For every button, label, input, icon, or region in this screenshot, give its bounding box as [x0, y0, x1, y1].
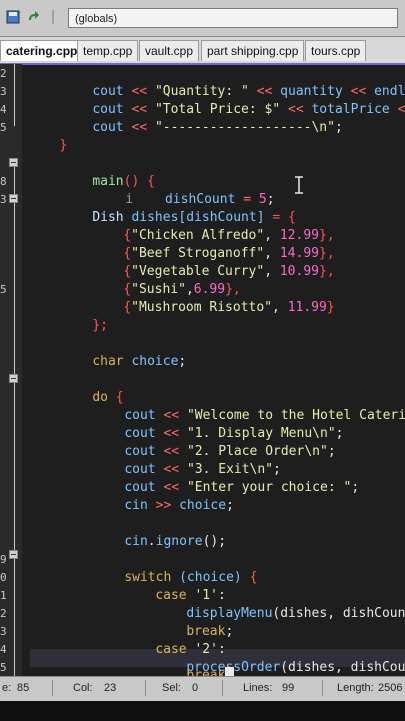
code-line: case '1':	[155, 588, 226, 603]
tab-tours[interactable]: tours.cpp	[305, 40, 367, 61]
line-number: 3	[0, 85, 7, 98]
code-line: cout << "2. Place Order\n";	[124, 444, 336, 459]
scope-combo[interactable]: (globals)	[68, 8, 398, 28]
code-line: break	[155, 649, 235, 676]
status-col-label: Col:	[73, 682, 93, 694]
status-sel-label: Sel:	[162, 682, 181, 694]
line-number: 3	[0, 625, 7, 638]
toolbar-separator-icon	[50, 9, 56, 24]
status-line-label: e:	[2, 682, 12, 694]
redo-icon[interactable]	[26, 9, 40, 23]
code-line: i dishCount = 5;	[125, 192, 275, 207]
status-bar: e: 85 Col: 23 Sel: 0 Lines: 99 Length: 2…	[0, 676, 405, 721]
status-length-value: 2506	[378, 682, 403, 694]
line-number: 5	[0, 661, 7, 674]
save-icon[interactable]	[6, 9, 20, 24]
code-line: case '2':	[155, 642, 226, 657]
tab-vault[interactable]: vault.cpp	[139, 40, 200, 61]
code-line: cout << "1. Display Menu\n";	[124, 426, 344, 441]
code-line: cout << "Enter your choice: ";	[124, 480, 360, 495]
tab-catering[interactable]: catering.cpp	[0, 40, 84, 61]
status-separator	[145, 680, 146, 696]
line-number-gutter: 2 3 4 5 8 3 5 9 0 1 2 3 4 5	[0, 64, 22, 676]
status-col-value: 23	[104, 682, 117, 694]
fold-line	[14, 64, 15, 126]
line-number: 1	[0, 589, 7, 602]
ibeam-cursor-icon	[294, 176, 304, 194]
code-line: break;	[186, 624, 234, 639]
code-line: char choice;	[92, 354, 187, 369]
code-line: displayMenu(dishes, dishCount);	[186, 606, 405, 621]
status-sel-value: 0	[192, 682, 199, 694]
fold-collapse-icon[interactable]	[9, 374, 18, 383]
code-line: {"Vegetable Curry", 10.99},	[123, 264, 335, 279]
code-line: {"Beef Stroganoff", 14.99},	[123, 246, 335, 261]
code-line: cin.ignore();	[124, 534, 227, 549]
code-line: cin >> choice;	[124, 498, 234, 513]
code-line: {"Mushroom Risotto", 11.99}	[123, 300, 335, 315]
code-line: {"Chicken Alfredo", 12.99},	[123, 228, 335, 243]
line-number: 4	[0, 103, 7, 116]
line-number: 2	[0, 607, 7, 620]
status-separator	[52, 680, 53, 696]
fold-collapse-icon[interactable]	[9, 194, 18, 203]
fold-collapse-icon[interactable]	[9, 158, 18, 167]
code-line: cout << "Welcome to the Hotel Catering S	[124, 408, 405, 423]
code-line: switch (choice) {	[124, 570, 258, 585]
line-number: 9	[0, 553, 7, 566]
code-line: do {	[92, 390, 124, 405]
code-line: cout << "Quantity: " << quantity << endl…	[92, 84, 405, 99]
status-lines-label: Lines:	[243, 682, 273, 694]
taskbar-edge	[0, 701, 405, 721]
line-number: 4	[0, 643, 7, 656]
code-editor[interactable]: cout << "Quantity: " << quantity << endl…	[22, 64, 405, 676]
code-line: }	[59, 138, 68, 153]
status-separator	[322, 680, 323, 696]
status-separator	[222, 680, 223, 696]
text-caret	[225, 667, 235, 676]
code-line: cout << "-------------------\n";	[92, 120, 343, 135]
code-line: };	[92, 318, 108, 333]
code-line: cout << "3. Exit\n";	[124, 462, 281, 477]
line-number: 3	[0, 193, 7, 206]
code-line: Dish dishes[dishCount] = {	[92, 210, 296, 225]
code-line: main() {	[92, 174, 155, 189]
tab-part-shipping[interactable]: part shipping.cpp	[201, 40, 305, 61]
line-number: 8	[0, 175, 7, 188]
fold-collapse-icon[interactable]	[9, 550, 18, 559]
status-lines-value: 99	[282, 682, 295, 694]
line-number: 5	[0, 121, 7, 134]
fold-line	[14, 166, 15, 676]
status-line-value: 85	[17, 682, 30, 694]
status-length-label: Length:	[337, 682, 374, 694]
code-line: {"Sushi",6.99},	[123, 282, 241, 297]
file-tab-bar: catering.cpp temp.cpp vault.cpp part shi…	[0, 37, 405, 65]
line-number: 2	[0, 67, 7, 80]
toolbar: (globals)	[0, 0, 405, 37]
tab-temp[interactable]: temp.cpp	[77, 40, 139, 61]
line-number: 5	[0, 283, 7, 296]
code-line: cout << "Total Price: $" << totalPrice <…	[92, 102, 405, 117]
line-number: 0	[0, 571, 7, 584]
